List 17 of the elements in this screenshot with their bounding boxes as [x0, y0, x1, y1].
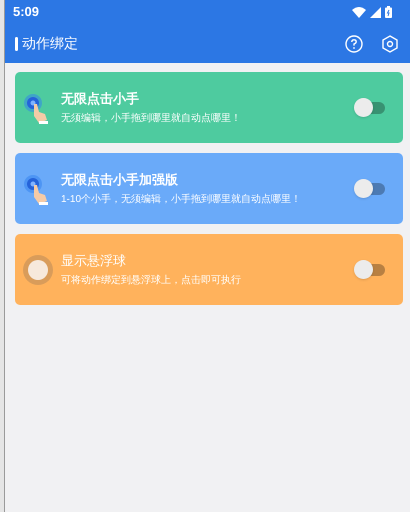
app-bar-title: 动作绑定 — [22, 34, 78, 53]
toggle-switch[interactable] — [354, 98, 385, 117]
help-icon[interactable] — [345, 34, 363, 52]
card-description: 1-10个小手，无须编辑，小手拖到哪里就自动点哪里！ — [61, 192, 302, 208]
card-description: 可将动作绑定到悬浮球上，点击即可执行 — [61, 274, 242, 288]
card-description: 无须编辑，小手拖到哪里就自动点哪里！ — [61, 112, 242, 126]
toggle-switch[interactable] — [354, 260, 385, 279]
card-title: 无限点击小手 — [61, 90, 140, 108]
card-title: 显示悬浮球 — [61, 252, 127, 270]
status-time: 5:09 — [13, 3, 40, 22]
wifi-icon — [352, 6, 366, 18]
battery-icon — [385, 6, 392, 18]
toggle-switch[interactable] — [354, 179, 385, 198]
floating-ball-icon — [23, 254, 53, 284]
signal-icon — [370, 6, 381, 18]
card-title: 无限点击小手加强版 — [61, 170, 179, 189]
settings-icon[interactable] — [381, 34, 399, 52]
